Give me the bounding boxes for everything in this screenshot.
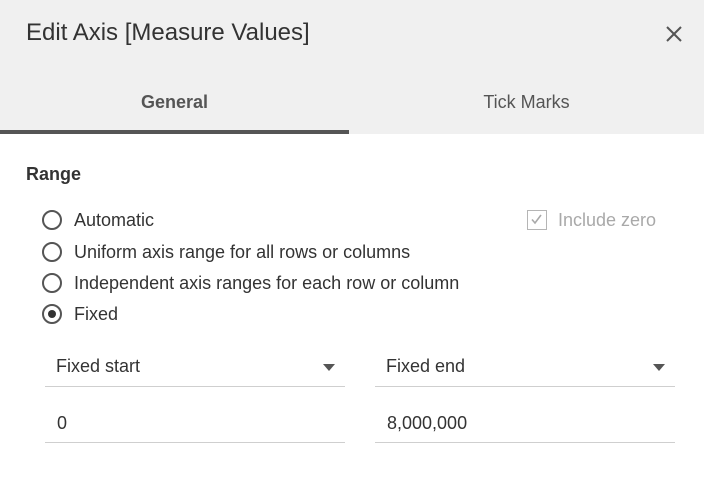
chevron-down-icon <box>323 364 335 371</box>
chevron-down-icon <box>653 364 665 371</box>
dialog-header: Edit Axis [Measure Values] <box>0 0 704 70</box>
fixed-end-dropdown-value: Fixed end <box>386 356 466 376</box>
radio-fixed[interactable]: Fixed <box>42 302 118 326</box>
radio-label-uniform: Uniform axis range for all rows or colum… <box>74 241 411 262</box>
radio-button[interactable] <box>42 273 62 293</box>
radio-button[interactable] <box>42 242 62 262</box>
include-zero-checkbox <box>527 210 547 230</box>
fixed-start-dropdown[interactable]: Fixed start <box>45 348 345 387</box>
close-icon[interactable] <box>660 20 688 48</box>
fixed-end-input[interactable] <box>375 405 675 443</box>
range-section-label: Range <box>26 164 82 184</box>
radio-label-automatic: Automatic <box>74 209 155 230</box>
radio-automatic[interactable]: Automatic <box>42 208 154 232</box>
include-zero-label: Include zero <box>558 209 657 230</box>
radio-button-selected[interactable] <box>42 304 62 324</box>
radio-independent-range[interactable]: Independent axis ranges for each row or … <box>42 271 459 295</box>
radio-uniform-range[interactable]: Uniform axis range for all rows or colum… <box>42 240 410 264</box>
fixed-start-dropdown-value: Fixed start <box>56 356 141 376</box>
radio-label-independent: Independent axis ranges for each row or … <box>74 272 460 293</box>
tab-tick-marks[interactable]: Tick Marks <box>352 70 701 134</box>
dialog-title: Edit Axis [Measure Values] <box>26 19 310 46</box>
radio-label-fixed: Fixed <box>74 303 119 324</box>
tab-general[interactable]: General <box>0 70 349 134</box>
fixed-start-input[interactable] <box>45 405 345 443</box>
radio-button[interactable] <box>42 210 62 230</box>
include-zero-checkbox-row: Include zero <box>527 208 656 232</box>
tab-bar: General Tick Marks <box>0 70 704 134</box>
fixed-end-dropdown[interactable]: Fixed end <box>375 348 675 387</box>
checkmark-icon <box>531 214 542 225</box>
